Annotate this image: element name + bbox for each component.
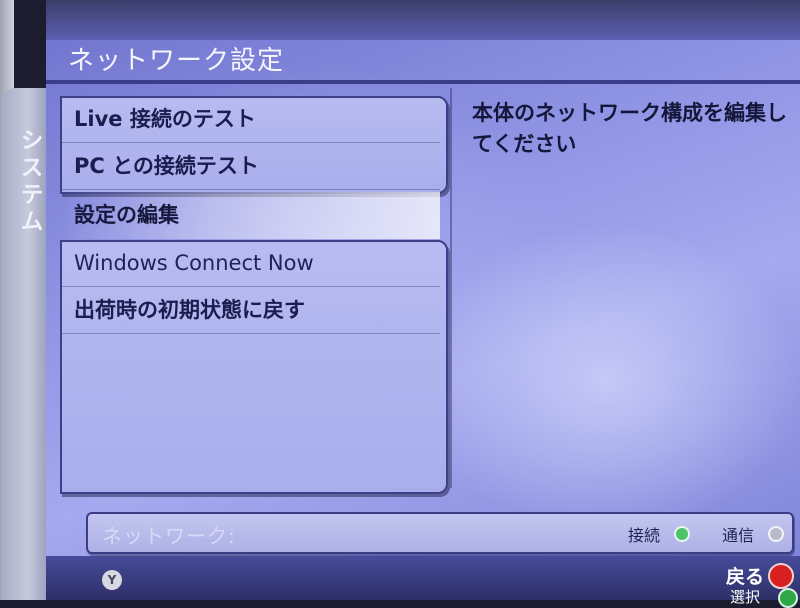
side-tab-label: システム [16,128,42,236]
a-button-icon[interactable] [778,588,798,608]
main-screen: ネットワーク設定 Live 接続のテスト PC との接続テスト 設定の編集 Wi… [46,0,800,608]
description-text: 本体のネットワーク構成を編集してください [472,101,787,156]
menu-item-factory-reset[interactable]: 出荷時の初期状態に戻す [60,287,440,334]
menu-item-pc-connection-test[interactable]: PC との接続テスト [60,143,440,190]
b-button-icon[interactable] [768,563,794,589]
description-panel: 本体のネットワーク構成を編集してください [450,88,798,488]
menu-item-edit-settings[interactable]: 設定の編集 [60,192,440,239]
back-label: 戻る [726,566,765,588]
menu-item-windows-connect-now[interactable]: Windows Connect Now [60,240,440,287]
connection-label: 接続 [628,526,661,545]
network-status-label: ネットワーク: [102,524,236,548]
menu-item-live-connection-test[interactable]: Live 接続のテスト [60,96,440,143]
page-title: ネットワーク設定 [68,46,285,76]
header-divider [46,80,800,84]
select-label: 選択 [730,588,761,606]
network-status-bar: ネットワーク: 接続 通信 [86,512,794,554]
communication-label: 通信 [722,526,755,545]
communication-indicator-icon [768,526,784,542]
connection-indicator-icon [674,526,690,542]
top-shade [46,0,800,40]
y-button-icon[interactable]: Y [102,570,122,590]
button-guide-bar [46,556,800,600]
